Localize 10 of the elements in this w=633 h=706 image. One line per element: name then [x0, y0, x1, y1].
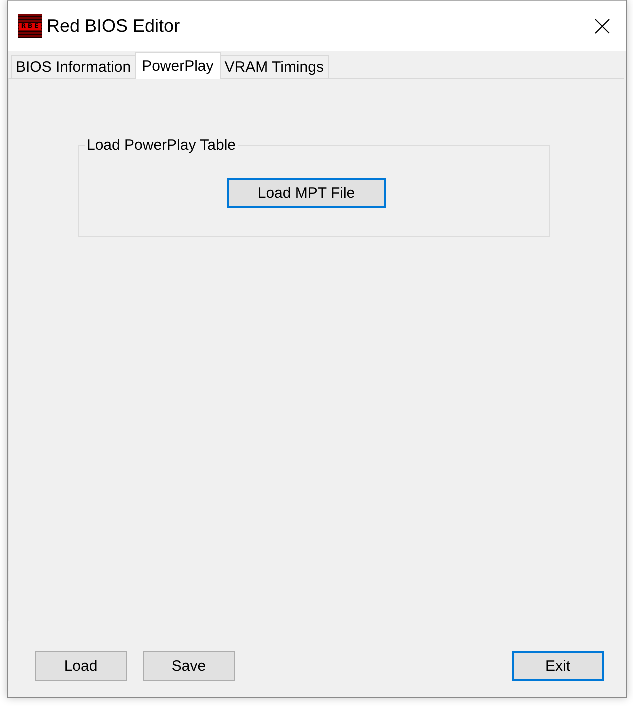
tab[interactable]: BIOS Information [11, 55, 136, 78]
tab[interactable]: PowerPlay [135, 52, 221, 79]
save-button[interactable]: Save [143, 651, 235, 681]
load-button[interactable]: Load [35, 651, 127, 681]
tab[interactable]: VRAM Timings [220, 55, 329, 78]
load-mpt-file-button[interactable]: Load MPT File [227, 178, 386, 208]
exit-button[interactable]: Exit [512, 651, 604, 681]
group-title: Load PowerPlay Table [86, 137, 237, 154]
window-title: Red BIOS Editor [47, 16, 180, 36]
close-icon [594, 18, 610, 34]
